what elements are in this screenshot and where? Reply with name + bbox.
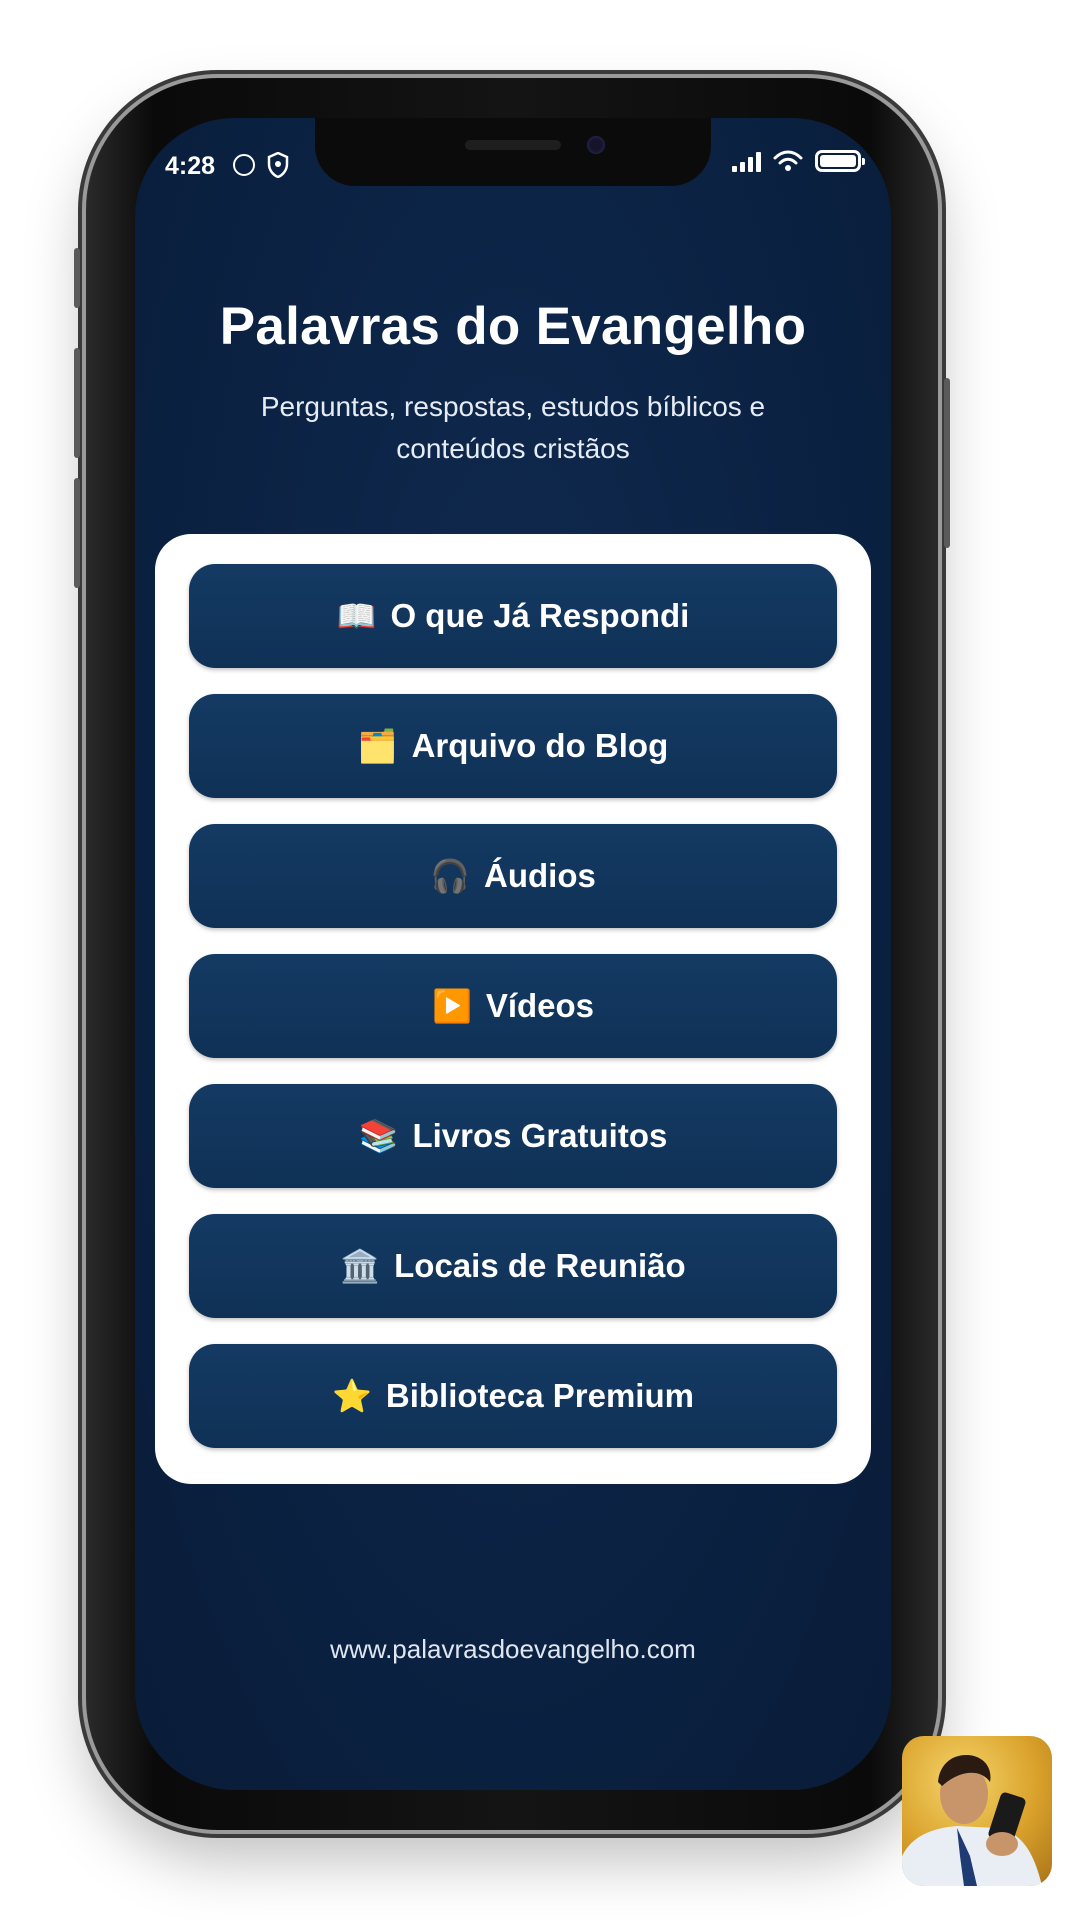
menu-button-arquivo-blog[interactable]: 🗂️ Arquivo do Blog bbox=[189, 694, 837, 798]
location-shield-icon bbox=[267, 151, 289, 184]
menu-button-locais[interactable]: 🏛️ Locais de Reunião bbox=[189, 1214, 837, 1318]
volume-up-button bbox=[74, 348, 80, 458]
mute-switch bbox=[74, 248, 80, 308]
website-link[interactable]: www.palavrasdoevangelho.com bbox=[135, 1634, 891, 1665]
power-button bbox=[944, 378, 950, 548]
menu-button-videos[interactable]: ▶️ Vídeos bbox=[189, 954, 837, 1058]
notch bbox=[315, 118, 711, 186]
channel-avatar bbox=[902, 1736, 1052, 1886]
volume-down-button bbox=[74, 478, 80, 588]
menu-button-audios[interactable]: 🎧 Áudios bbox=[189, 824, 837, 928]
building-icon: 🏛️ bbox=[340, 1247, 381, 1285]
menu-button-premium[interactable]: ⭐ Biblioteca Premium bbox=[189, 1344, 837, 1448]
menu-button-label: Livros Gratuitos bbox=[412, 1117, 668, 1154]
menu-button-label: Biblioteca Premium bbox=[385, 1377, 694, 1414]
menu-button-label: Áudios bbox=[484, 857, 596, 894]
menu-button-livros[interactable]: 📚 Livros Gratuitos bbox=[189, 1084, 837, 1188]
signal-icon bbox=[732, 150, 761, 172]
data-saver-icon bbox=[233, 154, 255, 176]
play-icon: ▶️ bbox=[431, 987, 472, 1025]
app-subtitle: Perguntas, respostas, estudos bíblicos e… bbox=[260, 391, 766, 464]
menu-button-label: Vídeos bbox=[485, 987, 595, 1024]
front-camera bbox=[587, 136, 605, 154]
earpiece-speaker bbox=[465, 140, 561, 150]
status-indicators bbox=[732, 150, 865, 172]
open-book-icon: 📖 bbox=[336, 597, 377, 635]
folder-icon: 🗂️ bbox=[357, 727, 398, 765]
headphones-icon: 🎧 bbox=[430, 857, 470, 895]
star-icon: ⭐ bbox=[332, 1377, 372, 1415]
menu-button-label: O que Já Respondi bbox=[390, 597, 690, 634]
phone-screen: 4:28 Palavras do Evangelho Perguntas, re… bbox=[135, 118, 891, 1790]
app-title: Palavras do Evangelho bbox=[219, 297, 807, 356]
menu-button-respostas[interactable]: 📖 O que Já Respondi bbox=[189, 564, 837, 668]
books-icon: 📚 bbox=[358, 1117, 399, 1155]
battery-icon bbox=[815, 150, 865, 172]
wifi-icon bbox=[773, 150, 803, 171]
menu-card: 📖 O que Já Respondi 🗂️ Arquivo do Blog 🎧… bbox=[155, 534, 871, 1484]
menu-button-label: Arquivo do Blog bbox=[411, 727, 669, 764]
menu-button-label: Locais de Reunião bbox=[394, 1247, 686, 1284]
status-time: 4:28 bbox=[165, 152, 216, 180]
